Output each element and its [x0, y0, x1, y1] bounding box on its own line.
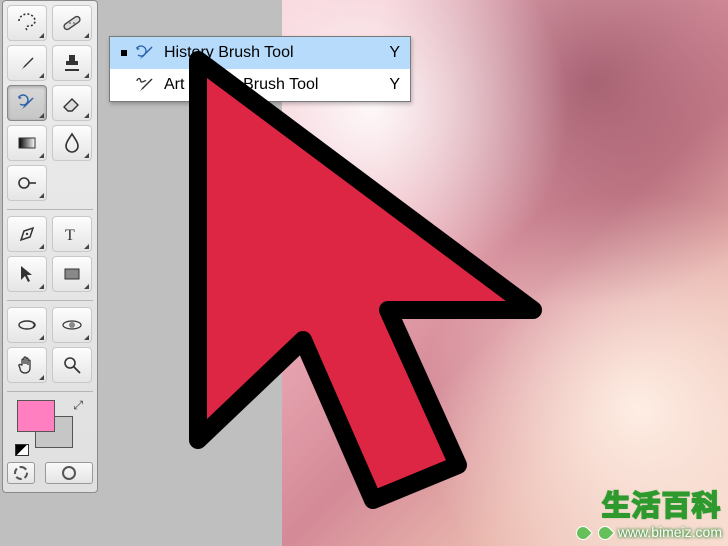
blur-tool[interactable]: [52, 125, 92, 161]
quick-mask-button[interactable]: [45, 462, 93, 484]
hand-icon: [15, 353, 39, 377]
art-history-brush-icon: [130, 74, 164, 96]
flyout-item-history-brush[interactable]: History Brush Tool Y: [110, 37, 410, 69]
arrow-icon: [15, 262, 39, 286]
droplet-icon: [60, 131, 84, 155]
flyout-item-label: Art History Brush Tool: [164, 76, 380, 94]
leaf-icon: [573, 523, 593, 543]
default-colors-icon[interactable]: [15, 444, 29, 456]
lasso-icon: [15, 11, 39, 35]
history-brush-flyout: History Brush Tool Y Art History Brush T…: [109, 36, 411, 102]
gradient-tool[interactable]: [7, 125, 47, 161]
path-selection-tool[interactable]: [7, 256, 47, 292]
swap-colors-icon[interactable]: ⤢: [73, 398, 83, 413]
flyout-item-art-history-brush[interactable]: Art History Brush Tool Y: [110, 69, 410, 101]
bandaid-icon: [60, 11, 84, 35]
pen-tool[interactable]: [7, 216, 47, 252]
mask-mode-row: [7, 462, 93, 484]
flyout-item-label: History Brush Tool: [164, 44, 380, 62]
separator: [7, 391, 93, 392]
selected-marker: [118, 50, 130, 56]
rotate3d-icon: [15, 313, 39, 337]
rectangle-tool[interactable]: [52, 256, 92, 292]
svg-text:T: T: [65, 227, 75, 244]
zoom-tool[interactable]: [52, 347, 92, 383]
watermark: 生活百科 www.bimeiz.com: [574, 484, 722, 540]
zoom-icon: [60, 353, 84, 377]
standard-mode-button[interactable]: [7, 462, 35, 484]
pen-icon: [15, 222, 39, 246]
quick-mask-icon: [62, 466, 76, 480]
eraser-icon: [60, 91, 84, 115]
dodge-icon: [15, 171, 39, 195]
history-brush-icon: [15, 91, 39, 115]
healing-brush-tool[interactable]: [52, 5, 92, 41]
tools-panel: T ⤢: [2, 0, 98, 493]
flyout-shortcut: Y: [380, 76, 400, 94]
stamp-icon: [60, 51, 84, 75]
eraser-tool[interactable]: [52, 85, 92, 121]
hand-tool[interactable]: [7, 347, 47, 383]
watermark-title: 生活百科: [574, 484, 722, 524]
brush-icon: [15, 51, 39, 75]
brush-tool[interactable]: [7, 45, 47, 81]
standard-mode-icon: [14, 466, 28, 480]
leaf-icon: [595, 523, 615, 543]
history-brush-tool[interactable]: [7, 85, 47, 121]
3d-orbit-tool[interactable]: [52, 307, 92, 343]
separator: [7, 209, 93, 210]
foreground-color-swatch[interactable]: [17, 400, 55, 432]
gradient-icon: [15, 131, 39, 155]
watermark-url-text: www.bimeiz.com: [618, 524, 722, 540]
type-icon: T: [60, 222, 84, 246]
flyout-shortcut: Y: [380, 44, 400, 62]
dodge-tool[interactable]: [7, 165, 47, 201]
separator: [7, 300, 93, 301]
history-brush-icon: [130, 42, 164, 64]
rect-icon: [60, 262, 84, 286]
clone-stamp-tool[interactable]: [52, 45, 92, 81]
tool-grid-3d: [7, 307, 93, 389]
color-swatches[interactable]: ⤢: [13, 398, 87, 458]
orbit-icon: [60, 313, 84, 337]
tool-grid-mid: T: [7, 216, 93, 298]
watermark-url: www.bimeiz.com: [574, 524, 722, 540]
tool-grid-top: [7, 5, 93, 207]
type-tool[interactable]: T: [52, 216, 92, 252]
3d-rotate-tool[interactable]: [7, 307, 47, 343]
lasso-tool[interactable]: [7, 5, 47, 41]
